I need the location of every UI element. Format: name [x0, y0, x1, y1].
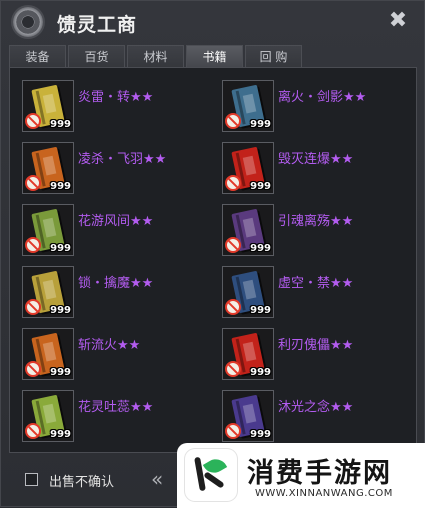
- item-quantity: 999: [50, 243, 71, 254]
- tab-bar: 装备 百货 材料 书籍 回 购: [9, 45, 304, 67]
- item-quantity: 999: [250, 119, 271, 130]
- no-sell-icon: [225, 361, 241, 377]
- title-bar: 馈灵工商 ✖: [1, 1, 425, 43]
- window-title: 馈灵工商: [57, 14, 138, 36]
- item-name: 斩流火★★: [78, 338, 141, 353]
- no-sell-icon: [225, 237, 241, 253]
- item-slot[interactable]: 999 虚空・禁★★: [216, 260, 412, 322]
- watermark-url: WWW.XINNANWANG.COM: [255, 488, 393, 499]
- no-sell-icon: [225, 423, 241, 439]
- item-slot[interactable]: 999 离火・剑影★★: [216, 74, 412, 136]
- item-icon: 999: [222, 204, 274, 256]
- item-name: 引魂离殇★★: [278, 214, 354, 229]
- item-icon: 999: [22, 80, 74, 132]
- watermark: 消费手游网 WWW.XINNANWANG.COM: [177, 443, 425, 508]
- item-quantity: 999: [250, 243, 271, 254]
- item-name: 离火・剑影★★: [278, 90, 367, 105]
- watermark-title: 消费手游网: [247, 458, 392, 489]
- merchant-window: 馈灵工商 ✖ 装备 百货 材料 书籍 回 购 999 炎雷・转★★ 999 离火…: [0, 0, 425, 508]
- item-name: 虚空・禁★★: [278, 276, 354, 291]
- item-name: 沐光之念★★: [278, 400, 354, 415]
- no-sell-icon: [25, 175, 41, 191]
- item-slot[interactable]: 999 锁・擒魔★★: [16, 260, 212, 322]
- item-grid: 999 炎雷・转★★ 999 离火・剑影★★ 999 凌杀・飞羽★★ 999 毁…: [9, 67, 417, 453]
- item-quantity: 999: [50, 181, 71, 192]
- item-icon: 999: [222, 80, 274, 132]
- no-sell-icon: [225, 299, 241, 315]
- item-name: 锁・擒魔★★: [78, 276, 154, 291]
- item-quantity: 999: [50, 305, 71, 316]
- no-sell-icon: [225, 175, 241, 191]
- item-quantity: 999: [250, 305, 271, 316]
- tab-general-goods[interactable]: 百货: [68, 45, 125, 67]
- no-sell-icon: [25, 113, 41, 129]
- sell-no-confirm-checkbox[interactable]: [25, 473, 38, 486]
- item-icon: 999: [222, 266, 274, 318]
- double-chevron-left-icon[interactable]: «: [151, 467, 163, 491]
- item-name: 利刃傀儡★★: [278, 338, 354, 353]
- no-sell-icon: [225, 113, 241, 129]
- item-icon: 999: [22, 266, 74, 318]
- item-icon: 999: [222, 390, 274, 442]
- item-slot[interactable]: 999 利刃傀儡★★: [216, 322, 412, 384]
- item-name: 毁灭连爆★★: [278, 152, 354, 167]
- item-name: 凌杀・飞羽★★: [78, 152, 167, 167]
- item-quantity: 999: [50, 429, 71, 440]
- item-slot[interactable]: 999 斩流火★★: [16, 322, 212, 384]
- item-icon: 999: [22, 142, 74, 194]
- tab-buyback[interactable]: 回 购: [245, 45, 302, 67]
- tab-books[interactable]: 书籍: [186, 45, 243, 67]
- close-icon[interactable]: ✖: [386, 9, 410, 33]
- item-slot[interactable]: 999 引魂离殇★★: [216, 198, 412, 260]
- item-quantity: 999: [50, 119, 71, 130]
- item-slot[interactable]: 999 毁灭连爆★★: [216, 136, 412, 198]
- sell-no-confirm-label: 出售不确认: [49, 475, 115, 490]
- item-slot[interactable]: 999 炎雷・转★★: [16, 74, 212, 136]
- tab-materials[interactable]: 材料: [127, 45, 184, 67]
- item-quantity: 999: [250, 429, 271, 440]
- item-slot[interactable]: 999 花游风间★★: [16, 198, 212, 260]
- item-slot[interactable]: 999 凌杀・飞羽★★: [16, 136, 212, 198]
- item-icon: 999: [22, 390, 74, 442]
- watermark-logo: [185, 449, 237, 501]
- no-sell-icon: [25, 299, 41, 315]
- item-name: 炎雷・转★★: [78, 90, 154, 105]
- item-icon: 999: [22, 328, 74, 380]
- item-slot[interactable]: 999 花灵吐蕊★★: [16, 384, 212, 446]
- item-quantity: 999: [50, 367, 71, 378]
- item-name: 花灵吐蕊★★: [78, 400, 154, 415]
- item-icon: 999: [222, 328, 274, 380]
- item-slot[interactable]: 999 沐光之念★★: [216, 384, 412, 446]
- no-sell-icon: [25, 361, 41, 377]
- item-quantity: 999: [250, 367, 271, 378]
- item-icon: 999: [222, 142, 274, 194]
- item-quantity: 999: [250, 181, 271, 192]
- item-icon: 999: [22, 204, 74, 256]
- no-sell-icon: [25, 423, 41, 439]
- tab-equipment[interactable]: 装备: [9, 45, 66, 67]
- no-sell-icon: [25, 237, 41, 253]
- item-name: 花游风间★★: [78, 214, 154, 229]
- gear-icon: [13, 7, 43, 37]
